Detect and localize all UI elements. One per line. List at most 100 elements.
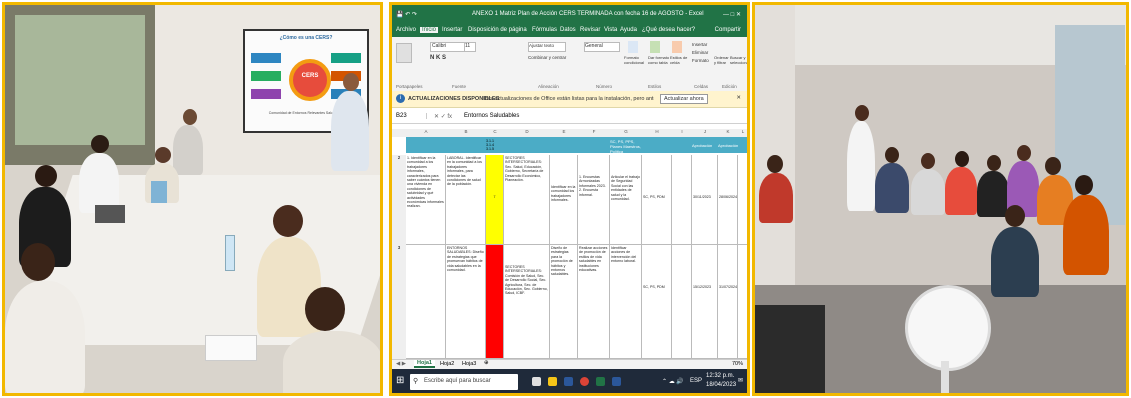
tab-vista[interactable]: Vista xyxy=(604,27,617,33)
group-alineacion: Alineación xyxy=(538,84,559,89)
wrap-text-button[interactable]: Ajustar texto xyxy=(528,42,566,52)
table-cell[interactable]: 1. Encuestas Armonizadas Informales 2023… xyxy=(578,155,610,245)
share-button[interactable]: Compartir xyxy=(715,27,741,33)
participant xyxy=(991,227,1039,297)
word-icon[interactable] xyxy=(564,377,573,386)
column-header[interactable]: H xyxy=(642,129,673,137)
font-name-box[interactable]: Calibri xyxy=(430,42,465,52)
spreadsheet-grid[interactable]: A B C D E F G H I J K L SC, PS, PPS, Pla… xyxy=(392,129,747,359)
date-cell[interactable]: 30/11/2023 xyxy=(692,155,718,245)
number-format-select[interactable]: General xyxy=(584,42,620,52)
tell-me-search[interactable]: ¿Qué desea hacer? xyxy=(642,27,695,33)
tab-disposicion[interactable]: Disposición de página xyxy=(468,27,527,33)
clock-time[interactable]: 12:32 p.m. xyxy=(706,373,734,379)
participant-head xyxy=(1045,157,1061,175)
sheet-tab-hoja2[interactable]: Hoja2 xyxy=(440,361,454,367)
sheet-tab-hoja1[interactable]: Hoja1 xyxy=(414,360,435,368)
participant-head xyxy=(987,155,1001,171)
find-select-button[interactable]: Buscar y seleccionar xyxy=(730,55,747,65)
participant xyxy=(759,173,793,223)
row-number[interactable]: 3 xyxy=(392,245,406,359)
bold-italic-underline-buttons[interactable]: N K S xyxy=(430,55,446,61)
chrome-icon[interactable] xyxy=(580,377,589,386)
language-indicator[interactable]: ESP xyxy=(690,378,702,384)
table-cell[interactable]: 1. Identificar en la comunidad a los tra… xyxy=(406,155,446,245)
yellow-status-cell[interactable]: 7 xyxy=(486,155,504,245)
sort-filter-button[interactable]: Ordenar y filtrar xyxy=(714,55,730,65)
excel-icon[interactable] xyxy=(596,377,605,386)
table-cell[interactable]: SECTORES INTERSECTORIALES: Sec. Salud, E… xyxy=(504,155,550,245)
file-explorer-icon[interactable] xyxy=(548,377,557,386)
column-header[interactable]: F xyxy=(578,129,611,137)
zoom-level[interactable]: 70% xyxy=(732,361,743,367)
insert-button[interactable]: Insertar xyxy=(692,42,707,47)
conditional-format-icon[interactable] xyxy=(628,41,638,53)
tab-archivo[interactable]: Archivo xyxy=(396,27,416,33)
window-title: ANEXO 1 Matriz Plan de Acción CERS TERMI… xyxy=(472,11,704,17)
row-number[interactable]: 2 xyxy=(392,155,406,245)
electric-fan xyxy=(905,285,991,371)
column-header[interactable]: C xyxy=(486,129,505,137)
tab-insertar[interactable]: Insertar xyxy=(442,27,462,33)
tab-ayuda[interactable]: Ayuda xyxy=(620,27,637,33)
attendee xyxy=(79,153,119,213)
corner-cell[interactable] xyxy=(392,129,407,137)
header-cell[interactable]: SC, PS, PPS, Planes Maestros, Política xyxy=(610,139,644,154)
red-status-cell[interactable] xyxy=(486,245,504,359)
table-cell[interactable]: ENTORNOS SALUDABLES: Diseño de estrategi… xyxy=(446,245,486,359)
sheet-tab-hoja3[interactable]: Hoja3 xyxy=(462,361,476,367)
table-cell[interactable]: SC, PS, PDM xyxy=(642,155,672,245)
table-cell[interactable]: Articular el trabajo de Seguridad Social… xyxy=(610,155,642,245)
format-table-icon[interactable] xyxy=(650,41,660,53)
column-header[interactable]: J xyxy=(692,129,719,137)
column-header[interactable]: A xyxy=(406,129,447,137)
name-box[interactable]: B23 xyxy=(396,113,427,119)
close-infobar-icon[interactable]: ✕ xyxy=(736,95,741,101)
update-now-button[interactable]: Actualizar ahora xyxy=(660,94,708,104)
table-cell[interactable]: SECTORES INTERSECTORIALES: Comisión de S… xyxy=(504,245,550,359)
column-header[interactable]: K xyxy=(718,129,739,137)
windows-start-icon[interactable]: ⊞ xyxy=(396,375,404,386)
add-sheet-icon[interactable]: ⊕ xyxy=(484,360,489,366)
tab-formulas[interactable]: Fórmulas xyxy=(532,27,557,33)
attendee-head xyxy=(305,287,345,331)
header-cell[interactable]: Aprobación xyxy=(692,143,712,148)
date-cell[interactable]: 28/06/2024 xyxy=(718,155,738,245)
taskbar-search-box[interactable]: ⚲ Escribe aquí para buscar xyxy=(410,374,518,390)
date-cell[interactable]: 31/07/2024 xyxy=(718,245,738,359)
clock-date[interactable]: 18/04/2023 xyxy=(706,382,736,388)
table-cell[interactable]: Realizar acciones de promoción de estilo… xyxy=(578,245,610,359)
table-cell[interactable]: Identificar en la comunidad los trabajad… xyxy=(550,155,578,245)
formula-input[interactable]: Entornos Saludables xyxy=(464,113,519,119)
table-cell[interactable]: Identificar acciones de intervención del… xyxy=(610,245,642,359)
sheet-nav-arrows[interactable]: ◀ ▶ xyxy=(396,361,406,367)
column-header[interactable]: D xyxy=(504,129,551,137)
tab-revisar[interactable]: Revisar xyxy=(580,27,600,33)
column-header[interactable]: L xyxy=(738,129,747,137)
table-cell[interactable]: SC, PS, PDM xyxy=(642,245,672,359)
code-cell[interactable]: 3.1.1 3.1.4 3.1.5 xyxy=(486,139,504,151)
cell-styles-icon[interactable] xyxy=(672,41,682,53)
format-button[interactable]: Formato xyxy=(692,58,709,63)
participant xyxy=(977,171,1009,217)
merge-center-button[interactable]: Combinar y centrar xyxy=(528,55,572,63)
table-cell[interactable]: Diseño de estrategias para la promoción … xyxy=(550,245,578,359)
header-cell[interactable]: Aprobación xyxy=(718,143,738,148)
delete-button[interactable]: Eliminar xyxy=(692,50,708,55)
system-tray-icons[interactable]: ⌃ ☁ 🔊 xyxy=(662,378,684,385)
window-controls[interactable]: — □ ✕ xyxy=(723,11,741,18)
column-header[interactable]: I xyxy=(672,129,693,137)
paste-icon[interactable] xyxy=(396,43,412,63)
font-size-box[interactable]: 11 xyxy=(464,42,476,52)
tab-inicio[interactable]: Inicio xyxy=(420,27,439,33)
column-header[interactable]: E xyxy=(550,129,579,137)
word-icon[interactable] xyxy=(612,377,621,386)
date-cell[interactable]: 15/12/2023 xyxy=(692,245,718,359)
notification-icon[interactable]: ✉ xyxy=(738,377,743,384)
task-view-icon[interactable] xyxy=(532,377,541,386)
fx-icon: ✕ ✓ fx xyxy=(434,114,453,120)
column-header[interactable]: G xyxy=(610,129,643,137)
table-cell[interactable]: LABORAL. Identificar en la comunidad a l… xyxy=(446,155,486,245)
column-header[interactable]: B xyxy=(446,129,487,137)
tab-datos[interactable]: Datos xyxy=(560,27,576,33)
